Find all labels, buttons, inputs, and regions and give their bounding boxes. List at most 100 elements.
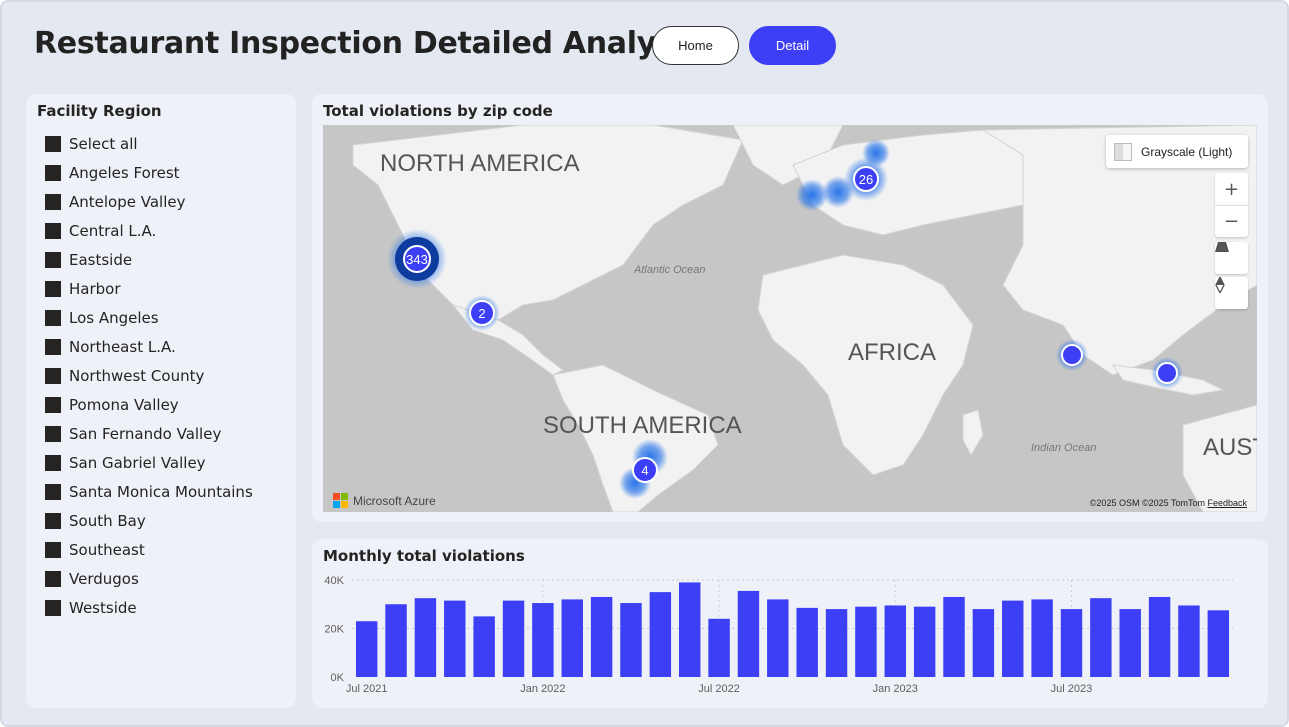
bar[interactable]: [825, 609, 848, 677]
slicer-item-harbor[interactable]: Harbor: [45, 274, 253, 303]
bar[interactable]: [1090, 598, 1112, 677]
checkbox[interactable]: [45, 251, 61, 268]
bar[interactable]: [1178, 605, 1200, 677]
slicer-item-angeles-forest[interactable]: Angeles Forest: [45, 158, 253, 187]
microsoft-logo-icon: [333, 493, 348, 508]
slicer-item-westside[interactable]: Westside: [45, 593, 253, 622]
point-marker-india[interactable]: [1061, 344, 1083, 366]
bar[interactable]: [414, 598, 437, 677]
slicer-item-central-la[interactable]: Central L.A.: [45, 216, 253, 245]
checkbox[interactable]: [45, 541, 61, 558]
slicer-item-label: Harbor: [69, 279, 121, 298]
home-button[interactable]: Home: [652, 26, 739, 65]
label-africa: AFRICA: [848, 339, 936, 366]
slicer-item-label: Verdugos: [69, 569, 139, 588]
slicer-item-northeast-la[interactable]: Northeast L.A.: [45, 332, 253, 361]
slicer-item-label: Southeast: [69, 540, 145, 559]
slicer-item-select-all[interactable]: Select all: [45, 129, 253, 158]
bar[interactable]: [1148, 596, 1171, 677]
detail-button[interactable]: Detail: [749, 26, 836, 65]
bar[interactable]: [561, 599, 583, 677]
feedback-link[interactable]: Feedback: [1207, 498, 1247, 508]
checkbox[interactable]: [45, 570, 61, 587]
slicer-item-los-angeles[interactable]: Los Angeles: [45, 303, 253, 332]
bar[interactable]: [678, 582, 701, 677]
checkbox[interactable]: [45, 193, 61, 210]
slicer-item-southeast[interactable]: Southeast: [45, 535, 253, 564]
bar[interactable]: [385, 604, 407, 677]
checkbox[interactable]: [45, 280, 61, 297]
bar[interactable]: [796, 607, 818, 677]
slicer-item-label: Westside: [69, 598, 137, 617]
checkbox[interactable]: [45, 338, 61, 355]
checkbox[interactable]: [45, 367, 61, 384]
attribution-text: ©2025 OSM ©2025 TomTom: [1089, 498, 1205, 508]
bar[interactable]: [1119, 609, 1141, 677]
slicer-item-label: Angeles Forest: [69, 163, 180, 182]
minus-icon: −: [1223, 211, 1240, 232]
bar[interactable]: [473, 616, 495, 677]
checkbox[interactable]: [45, 309, 61, 326]
bar[interactable]: [767, 599, 789, 677]
bar[interactable]: [1002, 600, 1024, 677]
bar[interactable]: [1207, 610, 1230, 677]
slicer-item-label: Northeast L.A.: [69, 337, 176, 356]
checkbox[interactable]: [45, 483, 61, 500]
slicer-item-san-fernando-valley[interactable]: San Fernando Valley: [45, 419, 253, 448]
slicer-item-label: Antelope Valley: [69, 192, 186, 211]
bar[interactable]: [737, 590, 760, 677]
page-title: Restaurant Inspection Detailed Analysis: [34, 26, 702, 61]
checkbox[interactable]: [45, 425, 61, 442]
checkbox[interactable]: [45, 396, 61, 413]
bar[interactable]: [590, 596, 613, 677]
map-canvas[interactable]: NORTH AMERICA SOUTH AMERICA AFRICA AUST …: [323, 125, 1257, 512]
bar[interactable]: [884, 605, 907, 677]
slicer-item-label: Select all: [69, 134, 138, 153]
slicer-item-antelope-valley[interactable]: Antelope Valley: [45, 187, 253, 216]
slicer-item-eastside[interactable]: Eastside: [45, 245, 253, 274]
checkbox[interactable]: [45, 164, 61, 181]
checkbox[interactable]: [45, 599, 61, 616]
slicer-item-pomona-valley[interactable]: Pomona Valley: [45, 390, 253, 419]
compass-button[interactable]: [1215, 277, 1248, 309]
bar[interactable]: [708, 618, 730, 677]
zoom-out-button[interactable]: −: [1215, 205, 1248, 237]
bar[interactable]: [972, 609, 995, 677]
map-style-picker[interactable]: Grayscale (Light): [1106, 135, 1248, 168]
slicer-item-santa-monica-mountains[interactable]: Santa Monica Mountains: [45, 477, 253, 506]
bar[interactable]: [943, 596, 965, 677]
bar[interactable]: [355, 621, 378, 677]
bar[interactable]: [620, 603, 642, 677]
bar[interactable]: [1060, 609, 1083, 677]
slicer-item-label: San Fernando Valley: [69, 424, 222, 443]
checkbox[interactable]: [45, 454, 61, 471]
bar[interactable]: [444, 600, 466, 677]
cluster-label: 2: [478, 306, 485, 321]
y-tick-label: 40K: [324, 575, 344, 587]
point-marker-indonesia[interactable]: [1156, 362, 1178, 384]
slicer-item-verdugos[interactable]: Verdugos: [45, 564, 253, 593]
slicer-item-south-bay[interactable]: South Bay: [45, 506, 253, 535]
label-australia: AUST: [1203, 434, 1257, 461]
bar[interactable]: [532, 603, 554, 677]
x-tick-label: Jul 2022: [698, 683, 740, 695]
bar[interactable]: [1031, 599, 1053, 677]
slicer-item-label: Eastside: [69, 250, 133, 269]
checkbox[interactable]: [45, 135, 61, 152]
slicer-item-label: South Bay: [69, 511, 146, 530]
monthly-violations-chart: Monthly total violations 0K 20K 40K Jul 202…: [312, 539, 1268, 708]
x-tick-label: Jan 2022: [520, 683, 565, 695]
bar[interactable]: [649, 592, 672, 677]
zoom-in-button[interactable]: +: [1215, 173, 1248, 205]
y-tick-label: 20K: [324, 624, 344, 636]
bar[interactable]: [502, 600, 525, 677]
slicer-item-san-gabriel-valley[interactable]: San Gabriel Valley: [45, 448, 253, 477]
pitch-button[interactable]: [1215, 242, 1248, 274]
slicer-item-northwest-county[interactable]: Northwest County: [45, 361, 253, 390]
bar[interactable]: [913, 606, 936, 677]
checkbox[interactable]: [45, 222, 61, 239]
checkbox[interactable]: [45, 512, 61, 529]
bar[interactable]: [855, 606, 877, 677]
world-map: NORTH AMERICA SOUTH AMERICA AFRICA AUST …: [323, 125, 1257, 512]
slicer-item-label: Los Angeles: [69, 308, 159, 327]
